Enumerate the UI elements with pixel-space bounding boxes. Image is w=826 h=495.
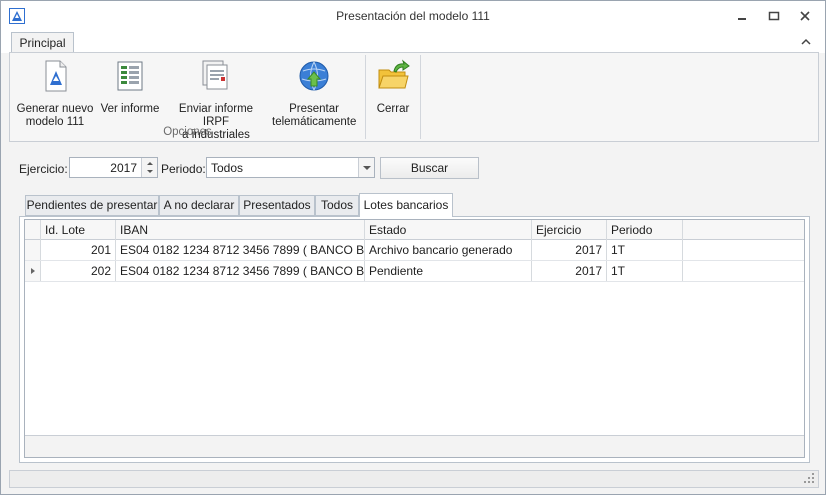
maximize-button[interactable] (763, 6, 785, 26)
spin-up-down-icon (147, 162, 153, 173)
ver-informe-button[interactable]: Ver informe (98, 57, 162, 116)
restore-icon (768, 11, 780, 21)
periodo-label: Periodo: (161, 162, 206, 176)
cerrar-button[interactable]: Cerrar (370, 57, 416, 116)
document-logo-icon (45, 60, 67, 92)
title-bar: Presentación del modelo 111 (1, 1, 825, 31)
folder-exit-icon (378, 59, 410, 89)
cell-estado: Pendiente (365, 261, 532, 281)
cell-periodo: 1T (607, 261, 683, 281)
row-indicator (25, 261, 41, 281)
tab-lotes-bancarios[interactable]: Lotes bancarios (359, 193, 453, 217)
spinner-arrows[interactable] (141, 158, 157, 177)
periodo-select[interactable]: Todos (206, 157, 375, 178)
col-periodo[interactable]: Periodo (607, 220, 683, 240)
periodo-dropdown[interactable] (358, 158, 374, 177)
lotes-grid: Id. Lote IBAN Estado Ejercicio Periodo 2… (24, 219, 805, 458)
ribbon-group-label: Opciones (163, 126, 212, 138)
col-estado[interactable]: Estado (365, 220, 532, 240)
tab-no-declarar[interactable]: A no declarar (159, 195, 239, 216)
ribbon-group-separator (365, 55, 366, 139)
minimize-button[interactable] (731, 6, 753, 26)
tab-principal[interactable]: Principal (11, 32, 74, 54)
app-window: Presentación del modelo 111 Principal Ge… (0, 0, 826, 495)
cell-periodo: 1T (607, 240, 683, 260)
ver-informe-label: Ver informe (100, 103, 160, 115)
presentar-telematicamente-button[interactable]: Presentar telemáticamente (272, 57, 356, 129)
window-title: Presentación del modelo 111 (336, 9, 490, 23)
ejercicio-label: Ejercicio: (19, 162, 68, 176)
globe-upload-icon (299, 61, 329, 91)
tab-content-panel: Id. Lote IBAN Estado Ejercicio Periodo 2… (19, 216, 810, 463)
grid-footer (25, 435, 804, 457)
col-iban[interactable]: IBAN (116, 220, 365, 240)
close-icon (800, 11, 810, 21)
cell-id: 201 (41, 240, 116, 260)
report-sheet-icon (117, 61, 143, 91)
cell-id: 202 (41, 261, 116, 281)
ribbon-tab-strip: Principal (1, 31, 825, 54)
ejercicio-value: 2017 (110, 161, 137, 175)
collapse-ribbon-icon[interactable] (799, 35, 813, 49)
chevron-down-icon (363, 166, 371, 170)
ribbon-group-separator-2 (420, 55, 421, 139)
resize-grip-icon[interactable] (804, 473, 816, 485)
cell-iban: ES04 0182 1234 8712 3456 7899 ( BANCO BI… (116, 261, 365, 281)
close-button[interactable] (794, 6, 816, 26)
row-indicator (25, 240, 41, 260)
buscar-button[interactable]: Buscar (380, 157, 479, 179)
col-ejercicio[interactable]: Ejercicio (532, 220, 607, 240)
current-row-arrow-icon (31, 268, 35, 274)
row-indicator-header (25, 220, 41, 240)
generar-label-1: Generar nuevo (16, 103, 94, 115)
presentar-label-1: Presentar (289, 103, 339, 115)
cell-estado: Archivo bancario generado (365, 240, 532, 260)
periodo-value: Todos (211, 161, 244, 175)
tab-pendientes[interactable]: Pendientes de presentar (25, 195, 159, 216)
table-row[interactable]: 202 ES04 0182 1234 8712 3456 7899 ( BANC… (25, 261, 804, 282)
grid-header: Id. Lote IBAN Estado Ejercicio Periodo (25, 220, 804, 240)
status-bar (9, 470, 819, 488)
ribbon-panel: Generar nuevo modelo 111 Ver informe Env… (9, 52, 819, 142)
tab-todos[interactable]: Todos (315, 195, 359, 216)
tab-presentados[interactable]: Presentados (239, 195, 315, 216)
generar-modelo-button[interactable]: Generar nuevo modelo 111 (16, 57, 94, 129)
cerrar-label: Cerrar (376, 103, 410, 115)
minimize-icon (738, 18, 746, 20)
table-row[interactable]: 201 ES04 0182 1234 8712 3456 7899 ( BANC… (25, 240, 804, 261)
cell-ejercicio: 2017 (532, 261, 607, 281)
send-documents-icon (202, 60, 228, 90)
cell-iban: ES04 0182 1234 8712 3456 7899 ( BANCO BI… (116, 240, 365, 260)
ejercicio-spinner[interactable]: 2017 (69, 157, 158, 178)
cell-ejercicio: 2017 (532, 240, 607, 260)
col-id-lote[interactable]: Id. Lote (41, 220, 116, 240)
